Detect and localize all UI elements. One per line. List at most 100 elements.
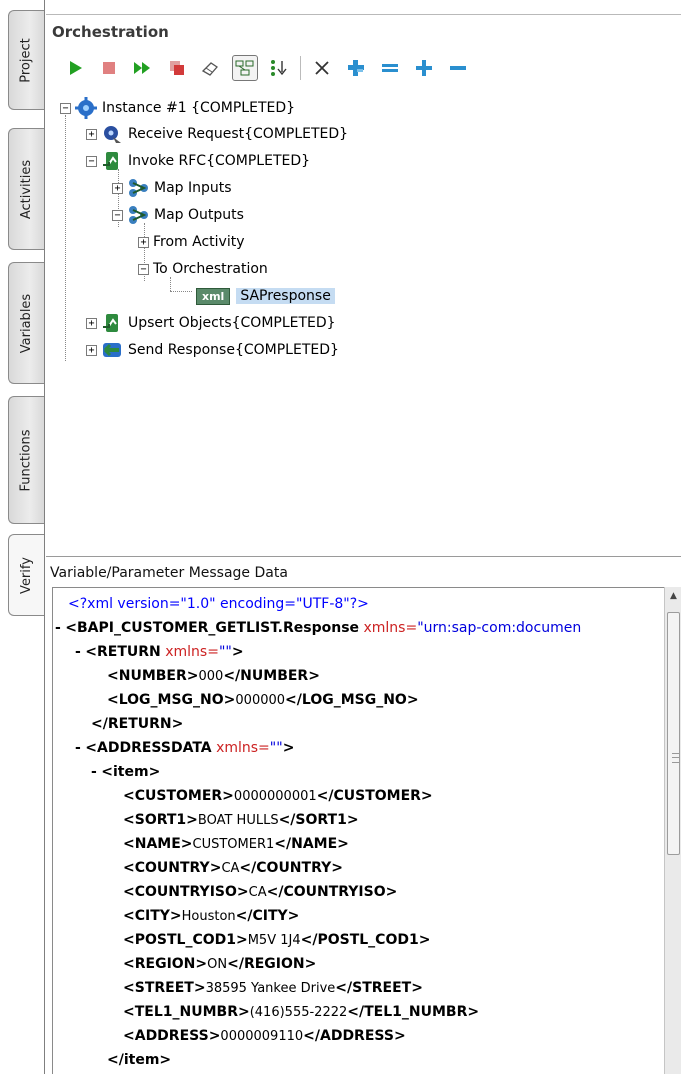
xml-value: CA xyxy=(248,885,267,900)
xml-attr-value: "" xyxy=(218,644,232,660)
xml-tag: <ADDRESS> xyxy=(123,1028,221,1044)
xml-tag: </NUMBER> xyxy=(223,668,320,684)
tree-node-send-response[interactable]: + Send Response{COMPLETED} xyxy=(86,337,339,363)
collapse-toggle[interactable]: − xyxy=(60,102,71,114)
fast-forward-button[interactable] xyxy=(130,55,156,81)
tree-node-instance[interactable]: − Instance #1 {COMPLETED} xyxy=(60,95,295,121)
stop-icon xyxy=(103,62,115,74)
tree-node-label: Upsert Objects{COMPLETED} xyxy=(128,315,336,331)
collapse-toggle[interactable]: − xyxy=(138,263,149,275)
tab-verify[interactable]: Verify xyxy=(8,534,44,616)
xml-tag: </COUNTRYISO> xyxy=(266,884,398,900)
expand-toggle[interactable]: + xyxy=(86,344,97,356)
tree-node-map-outputs[interactable]: − Map Outputs xyxy=(112,202,244,228)
expand-toggle[interactable]: + xyxy=(138,236,149,248)
tree-node-invoke-rfc[interactable]: − Invoke RFC{COMPLETED} xyxy=(86,148,310,174)
collapse-toggle[interactable]: - xyxy=(75,644,81,660)
xml-attr-value: "" xyxy=(269,740,283,756)
orchestration-toolbar xyxy=(62,51,479,85)
xml-line: </RETURN> xyxy=(91,714,183,735)
tree-node-to-orchestration[interactable]: − To Orchestration xyxy=(138,256,268,282)
expand-button[interactable] xyxy=(343,55,369,81)
xml-line: - <RETURN xmlns=""> xyxy=(75,642,244,663)
collapse-toggle[interactable]: − xyxy=(112,209,123,221)
collapse-toggle[interactable]: - xyxy=(55,620,61,636)
message-data-panel: Variable/Parameter Message Data <?xml ve… xyxy=(46,556,681,1074)
xml-line: <REGION>ON</REGION> xyxy=(123,954,316,975)
xml-declaration-text: <?xml version="1.0" encoding="UTF-8"?> xyxy=(68,596,369,612)
tree-line xyxy=(170,291,192,292)
xml-line: <POSTL_COD1>M5V 1J4</POSTL_COD1> xyxy=(123,930,430,951)
eraser-button[interactable] xyxy=(198,55,224,81)
expand-toggle[interactable]: + xyxy=(86,128,97,140)
delete-icon xyxy=(315,61,329,75)
xml-value: M5V 1J4 xyxy=(247,933,301,948)
minus-icon xyxy=(450,66,466,70)
tab-project[interactable]: Project xyxy=(8,10,44,110)
tree-node-label: To Orchestration xyxy=(153,261,268,277)
xml-value: 0000009110 xyxy=(220,1029,304,1044)
scroll-thumb[interactable] xyxy=(667,612,680,855)
tab-activities[interactable]: Activities xyxy=(8,128,44,250)
collapse-toggle[interactable]: − xyxy=(86,155,97,167)
collapse-toggle[interactable]: - xyxy=(91,764,97,780)
xml-value: Houston xyxy=(181,909,236,924)
tree-node-map-inputs[interactable]: + Map Inputs xyxy=(112,175,232,201)
xml-line: <LOG_MSG_NO>000000</LOG_MSG_NO> xyxy=(107,690,419,711)
side-tab-bar: Project Activities Variables Functions V… xyxy=(0,0,46,1074)
run-icon xyxy=(70,61,82,75)
run-button[interactable] xyxy=(62,55,88,81)
tab-project-label: Project xyxy=(19,37,35,83)
tab-variables[interactable]: Variables xyxy=(8,262,44,384)
xml-value: 0000000001 xyxy=(233,789,317,804)
copy-button[interactable] xyxy=(164,55,190,81)
tree-node-upsert-objects[interactable]: + Upsert Objects{COMPLETED} xyxy=(86,310,336,336)
minus-button[interactable] xyxy=(445,55,471,81)
xml-tag: <COUNTRYISO> xyxy=(123,884,249,900)
orchestration-title: Orchestration xyxy=(52,23,169,41)
xml-tag: <CITY> xyxy=(123,908,182,924)
stop-button[interactable] xyxy=(96,55,122,81)
send-icon xyxy=(101,339,123,361)
remove-button[interactable] xyxy=(377,55,403,81)
xml-value: ON xyxy=(207,957,228,972)
xml-tag: <ADDRESSDATA xyxy=(85,740,212,756)
scroll-up-arrow-icon[interactable]: ▲ xyxy=(668,591,679,601)
fast-forward-icon xyxy=(134,62,150,74)
xml-line: <CITY>Houston</CITY> xyxy=(123,906,299,927)
delete-button[interactable] xyxy=(309,55,335,81)
xml-tag: <NUMBER> xyxy=(107,668,199,684)
xml-tag: </POSTL_COD1> xyxy=(300,932,431,948)
tab-functions[interactable]: Functions xyxy=(8,396,44,524)
xml-tag: </REGION> xyxy=(227,956,317,972)
xml-viewer[interactable]: <?xml version="1.0" encoding="UTF-8"?> -… xyxy=(52,587,666,1074)
xml-attr: xmlns= xyxy=(216,740,270,756)
xml-value: (416)555-2222 xyxy=(249,1005,348,1020)
tree-node-sapresponse[interactable]: xml SAPresponse xyxy=(196,283,335,309)
step-into-button[interactable] xyxy=(266,55,292,81)
orchestration-panel: Orchestration − Instance #1 {COMPLETED} … xyxy=(46,14,681,552)
xml-tag: <CUSTOMER> xyxy=(123,788,234,804)
tree-node-from-activity[interactable]: + From Activity xyxy=(138,229,245,255)
tree-node-receive-request[interactable]: + Receive Request{COMPLETED} xyxy=(86,121,348,147)
xml-tag: </item> xyxy=(107,1052,172,1068)
expand-toggle[interactable]: + xyxy=(112,182,123,194)
expand-toggle[interactable]: + xyxy=(86,317,97,329)
xml-tag: <item> xyxy=(101,764,161,780)
xml-tag: <REGION> xyxy=(123,956,208,972)
xml-tag: </RETURN> xyxy=(91,716,184,732)
collapse-toggle[interactable]: - xyxy=(75,740,81,756)
xml-tag: </ADDRESS> xyxy=(303,1028,406,1044)
xml-attr: xmlns= xyxy=(165,644,219,660)
xml-tag: </TEL1_NUMBR> xyxy=(347,1004,480,1020)
xml-tag: <TEL1_NUMBR> xyxy=(123,1004,250,1020)
xml-tag-end: > xyxy=(282,740,295,756)
xml-tag: </STREET> xyxy=(335,980,423,996)
layout-toggle-button[interactable] xyxy=(232,55,258,81)
xml-line: - <item> xyxy=(91,762,160,783)
xml-value: 38595 Yankee Drive xyxy=(205,981,336,996)
xml-line: <STREET>38595 Yankee Drive</STREET> xyxy=(123,978,423,999)
vertical-scrollbar[interactable]: ▲ xyxy=(664,587,681,1074)
add-button[interactable] xyxy=(411,55,437,81)
gear-icon xyxy=(75,97,97,119)
